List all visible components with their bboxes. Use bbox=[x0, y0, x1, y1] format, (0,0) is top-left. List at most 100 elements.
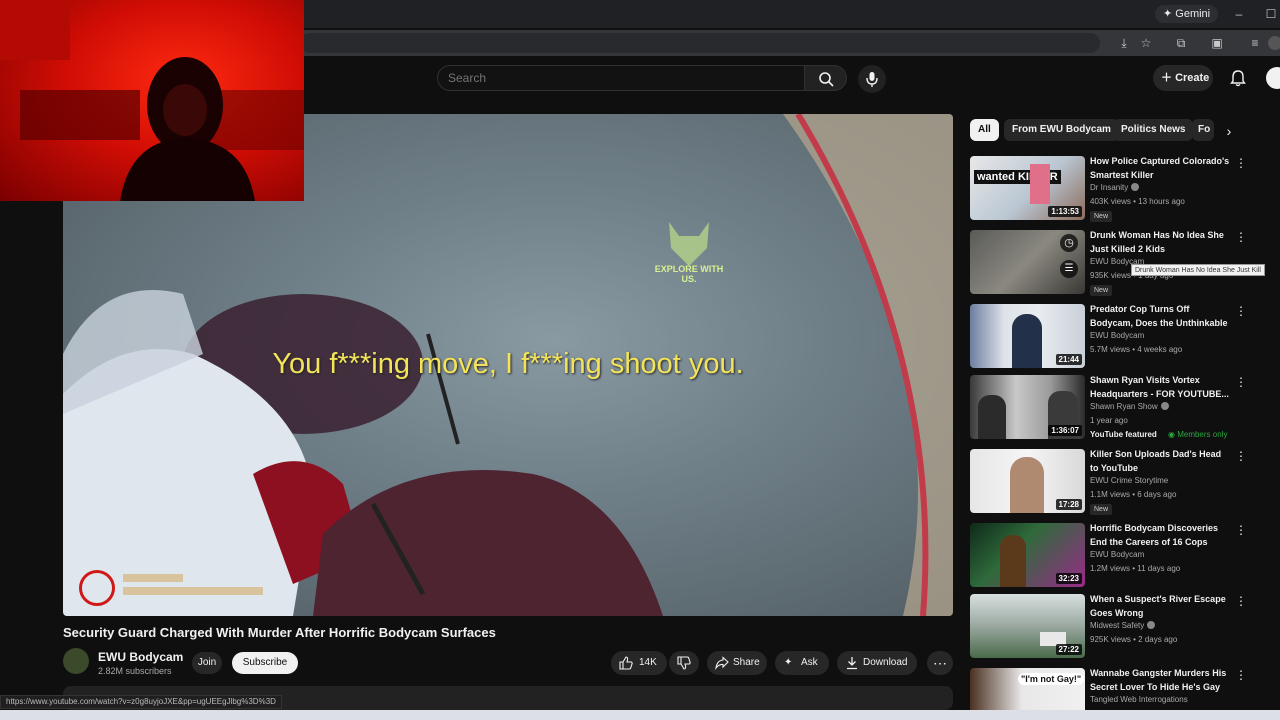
download-icon bbox=[847, 657, 857, 670]
channel-label: Midwest Safety bbox=[1090, 621, 1145, 630]
gemini-label: Gemini bbox=[1175, 8, 1211, 20]
join-button[interactable]: Join bbox=[192, 652, 222, 674]
recommendation-item[interactable]: 1:36:07 Shawn Ryan Visits Vortex Headqua… bbox=[970, 373, 1275, 445]
subscribe-button[interactable]: Subscribe bbox=[232, 652, 298, 674]
duration-badge: 27:22 bbox=[1055, 644, 1082, 655]
like-button[interactable]: 14K bbox=[611, 651, 667, 675]
add-to-queue-icon[interactable]: ☰ bbox=[1060, 260, 1078, 278]
create-button[interactable]: ＋ Create bbox=[1153, 65, 1213, 91]
recommendation-item[interactable]: 17:28 Killer Son Uploads Dad's Head to Y… bbox=[970, 447, 1275, 519]
recommendation-title: Shawn Ryan Visits Vortex Headquarters - … bbox=[1090, 375, 1229, 399]
recommendation-item[interactable]: "I'm not Gay!" Wannabe Gangster Murders … bbox=[970, 666, 1275, 710]
create-label: Create bbox=[1175, 72, 1210, 84]
account-avatar[interactable] bbox=[1266, 67, 1280, 89]
new-badge: New bbox=[1090, 211, 1113, 222]
kebab-menu-icon[interactable]: ⋮ bbox=[1235, 594, 1247, 608]
video-thumbnail[interactable]: 27:22 bbox=[970, 594, 1085, 658]
members-icon: ◉ bbox=[1168, 430, 1178, 439]
address-bar[interactable] bbox=[300, 33, 1100, 53]
kebab-menu-icon[interactable]: ⋮ bbox=[1235, 668, 1247, 682]
recommendation-channel: EWU Crime Storytime bbox=[1090, 476, 1169, 485]
bodycam-timestamp bbox=[121, 572, 271, 602]
video-thumbnail[interactable]: ◷ ☰ bbox=[970, 230, 1085, 294]
thumbnail-text: "I'm not Gay!" bbox=[1018, 673, 1085, 685]
microphone-icon bbox=[866, 72, 878, 87]
channel-name[interactable]: EWU Bodycam bbox=[98, 650, 183, 664]
more-horiz-icon: ⋯ bbox=[933, 655, 947, 671]
browser-toolbar: ⤓ ☆ ⧉ ▣ ≡ bbox=[300, 30, 1280, 56]
video-thumbnail[interactable]: 21:44 bbox=[970, 304, 1085, 368]
maximize-button[interactable]: ☐ bbox=[1260, 4, 1280, 24]
media-icon[interactable]: ≡ bbox=[1248, 36, 1262, 50]
bodycam-brand-logo bbox=[79, 570, 115, 606]
chevron-right-icon[interactable]: › bbox=[1220, 122, 1238, 140]
video-title: Security Guard Charged With Murder After… bbox=[63, 625, 496, 640]
chip-partial[interactable]: Fo bbox=[1192, 119, 1214, 141]
recommendation-item[interactable]: 27:22 When a Suspect's River Escape Goes… bbox=[970, 592, 1275, 664]
recommendation-channel: Tangled Web Interrogations bbox=[1090, 695, 1188, 704]
search-box bbox=[437, 65, 805, 91]
verified-icon bbox=[1131, 183, 1140, 191]
recommendation-meta: 403K views • 13 hours ago bbox=[1090, 197, 1185, 206]
kebab-menu-icon[interactable]: ⋮ bbox=[1235, 304, 1247, 318]
gemini-button[interactable]: ✦ Gemini bbox=[1155, 5, 1219, 23]
notifications-button[interactable] bbox=[1229, 69, 1247, 87]
new-badge: New bbox=[1090, 504, 1113, 515]
ask-button[interactable]: ✦ Ask bbox=[775, 651, 829, 675]
kebab-menu-icon[interactable]: ⋮ bbox=[1235, 449, 1247, 463]
kebab-menu-icon[interactable]: ⋮ bbox=[1235, 523, 1247, 537]
subscriber-count: 2.82M subscribers bbox=[98, 666, 172, 676]
channel-avatar[interactable] bbox=[63, 648, 89, 674]
watch-later-icon[interactable]: ◷ bbox=[1060, 234, 1078, 252]
download-button[interactable]: Download bbox=[837, 651, 917, 675]
chip-politics-news[interactable]: Politics News bbox=[1113, 119, 1194, 141]
recommendation-meta: 1 year ago bbox=[1090, 416, 1128, 425]
new-badge: New bbox=[1090, 285, 1113, 296]
extensions-icon[interactable]: ⧉ bbox=[1174, 36, 1188, 50]
search-icon bbox=[819, 72, 834, 87]
duration-badge: 32:23 bbox=[1055, 573, 1082, 584]
members-only-badge: ◉ Members only bbox=[1165, 429, 1230, 440]
thumbnail-figure bbox=[1000, 535, 1026, 587]
recommendation-item[interactable]: 21:44 Predator Cop Turns Off Bodycam, Do… bbox=[970, 302, 1275, 374]
verified-icon bbox=[1160, 402, 1169, 410]
recommendation-item[interactable]: 32:23 Horrific Bodycam Discoveries End t… bbox=[970, 521, 1275, 593]
search-input[interactable] bbox=[448, 66, 788, 90]
kebab-menu-icon[interactable]: ⋮ bbox=[1235, 230, 1247, 244]
video-thumbnail[interactable]: 32:23 bbox=[970, 523, 1085, 587]
chip-from-channel[interactable]: From EWU Bodycam bbox=[1004, 119, 1119, 141]
share-button[interactable]: Share bbox=[707, 651, 767, 675]
video-thumbnail[interactable]: 1:36:07 bbox=[970, 375, 1085, 439]
recommendation-title: When a Suspect's River Escape Goes Wrong bbox=[1090, 594, 1226, 618]
recommendation-meta: 5.7M views • 4 weeks ago bbox=[1090, 345, 1183, 354]
bell-icon bbox=[1230, 70, 1246, 87]
recommendation-title: Killer Son Uploads Dad's Head to YouTube bbox=[1090, 449, 1222, 473]
recommendation-meta: 1.2M views • 11 days ago bbox=[1090, 564, 1181, 573]
sparkle-icon: ✦ bbox=[784, 657, 793, 668]
channel-label: Shawn Ryan Show bbox=[1090, 402, 1158, 411]
video-thumbnail[interactable]: wanted KILLER 1:13:53 bbox=[970, 156, 1085, 220]
video-thumbnail[interactable]: "I'm not Gay!" bbox=[970, 668, 1085, 710]
title-tooltip: Drunk Woman Has No Idea She Just Kill bbox=[1131, 264, 1265, 276]
duration-badge: 1:13:53 bbox=[1048, 206, 1082, 217]
voice-search-button[interactable] bbox=[858, 65, 886, 93]
video-thumbnail[interactable]: 17:28 bbox=[970, 449, 1085, 513]
search-button[interactable] bbox=[805, 65, 847, 91]
thumbs-up-icon bbox=[619, 656, 633, 670]
minimize-button[interactable]: – bbox=[1228, 4, 1250, 24]
webcam-overlay bbox=[0, 0, 304, 201]
dislike-button[interactable] bbox=[669, 651, 699, 675]
share-label: Share bbox=[733, 657, 760, 668]
recommendation-item[interactable]: wanted KILLER 1:13:53 How Police Capture… bbox=[970, 154, 1275, 226]
recommendation-title: Horrific Bodycam Discoveries End the Car… bbox=[1090, 523, 1219, 547]
bookmark-star-icon[interactable]: ☆ bbox=[1139, 36, 1153, 50]
recommendation-channel: Midwest Safety bbox=[1090, 621, 1156, 630]
split-view-icon[interactable]: ▣ bbox=[1210, 36, 1224, 50]
kebab-menu-icon[interactable]: ⋮ bbox=[1235, 156, 1247, 170]
profile-icon[interactable] bbox=[1268, 36, 1280, 50]
link-status-bar: https://www.youtube.com/watch?v=z0g8uyjo… bbox=[0, 695, 282, 709]
chip-all[interactable]: All bbox=[970, 119, 999, 141]
kebab-menu-icon[interactable]: ⋮ bbox=[1235, 375, 1247, 389]
install-icon[interactable]: ⤓ bbox=[1117, 36, 1131, 50]
more-actions-button[interactable]: ⋯ bbox=[927, 651, 953, 675]
